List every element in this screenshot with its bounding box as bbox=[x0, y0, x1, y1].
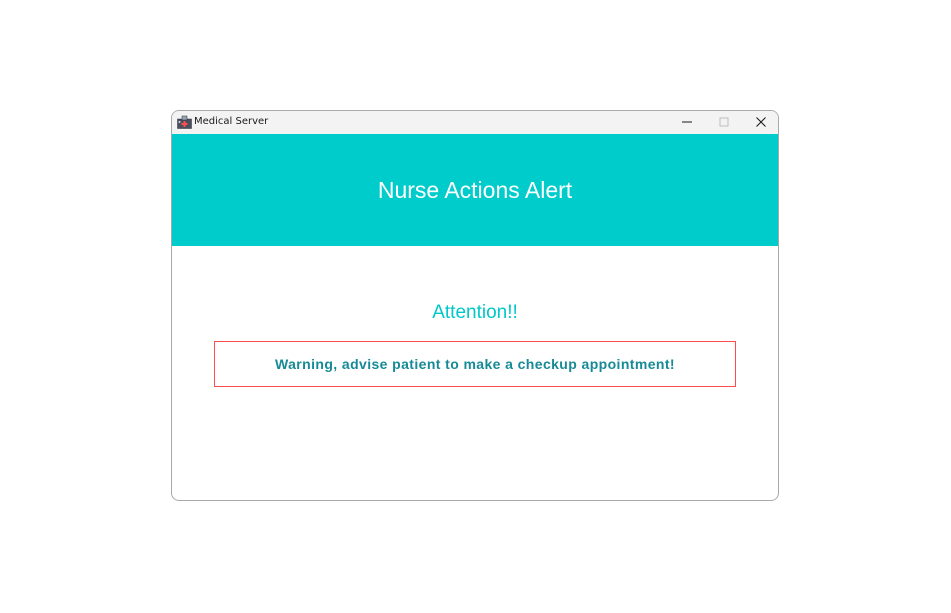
close-icon bbox=[756, 114, 766, 132]
attention-heading: Attention!! bbox=[432, 302, 518, 323]
page-title: Nurse Actions Alert bbox=[377, 176, 573, 203]
warning-message-box: Warning, advise patient to make a checku… bbox=[214, 341, 736, 387]
maximize-button[interactable] bbox=[705, 111, 743, 134]
window-title: Medical Server bbox=[194, 116, 269, 127]
warning-message: Warning, advise patient to make a checku… bbox=[275, 356, 675, 372]
minimize-icon bbox=[682, 114, 692, 132]
title-bar[interactable]: Medical Server bbox=[172, 111, 778, 134]
minimize-button[interactable] bbox=[668, 111, 706, 134]
app-icon bbox=[177, 115, 192, 129]
header-banner: Nurse Actions Alert bbox=[172, 134, 778, 246]
medical-server-window: Medical Server Nurse Actions Alert Atten… bbox=[171, 110, 779, 501]
close-button[interactable] bbox=[742, 111, 778, 134]
maximize-icon bbox=[719, 114, 729, 132]
